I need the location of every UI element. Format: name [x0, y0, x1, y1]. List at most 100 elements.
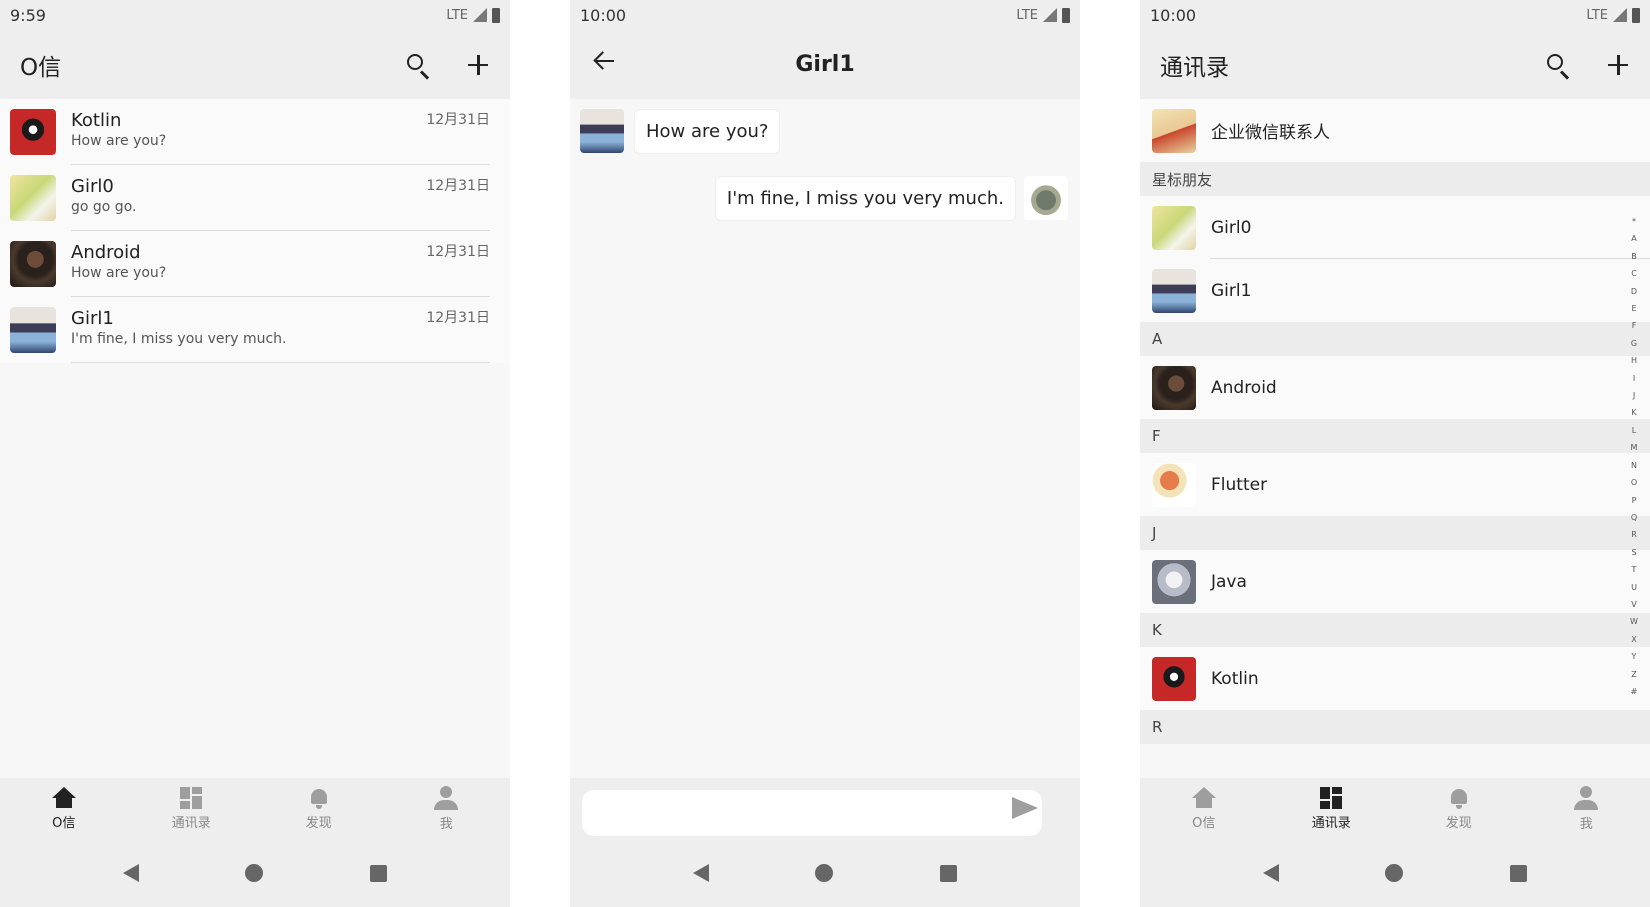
index-letter[interactable]: Z	[1631, 666, 1636, 683]
system-back-icon[interactable]	[1263, 864, 1280, 882]
message-input[interactable]	[582, 790, 1042, 836]
app-bar: O信	[0, 30, 510, 99]
contact-list: 企业微信联系人 星标朋友 Girl0 Girl1 A Android F Flu…	[1140, 99, 1650, 744]
bottom-nav: O信 通讯录 发现 我	[1140, 778, 1650, 839]
girl1-avatar[interactable]	[580, 109, 624, 153]
index-letter[interactable]: X	[1631, 631, 1636, 648]
index-letter[interactable]: L	[1632, 422, 1636, 439]
send-icon[interactable]	[1012, 795, 1040, 821]
bell-icon	[1448, 787, 1470, 809]
index-letter[interactable]: N	[1631, 457, 1637, 474]
system-recents-icon[interactable]	[369, 864, 387, 882]
dashboard-icon	[180, 786, 203, 809]
index-letter[interactable]: I	[1633, 370, 1635, 387]
chat-last-message: How are you?	[71, 133, 167, 149]
nav-item-contacts[interactable]: 通讯录	[1286, 786, 1376, 831]
home-icon	[1191, 786, 1216, 809]
contact-name: Girl0	[1211, 217, 1252, 238]
chat-item-kotlin[interactable]: Kotlin How are you? 12月31日	[0, 99, 510, 165]
search-icon[interactable]	[404, 51, 432, 80]
contact-item-girl0[interactable]: Girl0	[1140, 196, 1650, 259]
contacts-screen: 10:00 LTE 通讯录 企业微信联系人 星标朋友 Girl0 Girl1 A	[1140, 0, 1650, 907]
system-recents-icon[interactable]	[1509, 864, 1527, 882]
index-letter[interactable]: C	[1631, 265, 1637, 282]
index-letter[interactable]: K	[1631, 404, 1636, 421]
index-letter[interactable]: G	[1631, 335, 1637, 352]
signal-icon	[1043, 8, 1057, 22]
nav-item-me[interactable]: 我	[1541, 785, 1631, 832]
nav-label: 我	[439, 816, 453, 832]
contact-name: Girl1	[1211, 280, 1252, 301]
contact-item-android[interactable]: Android	[1140, 356, 1650, 419]
search-icon[interactable]	[1544, 51, 1572, 80]
index-letter[interactable]: #	[1631, 683, 1638, 700]
system-nav-bar	[1140, 839, 1650, 907]
contact-item-kotlin[interactable]: Kotlin	[1140, 647, 1650, 710]
nav-item-messages[interactable]: O信	[19, 786, 109, 831]
index-letter[interactable]: Y	[1632, 648, 1637, 665]
girl1-avatar	[1152, 268, 1196, 313]
system-back-icon[interactable]	[693, 864, 710, 882]
index-letter[interactable]: M	[1631, 439, 1638, 456]
person-icon	[1574, 785, 1599, 810]
nav-item-messages[interactable]: O信	[1159, 786, 1249, 831]
section-header-j: J	[1140, 516, 1650, 550]
system-recents-icon[interactable]	[939, 864, 957, 882]
contact-name: Android	[1211, 377, 1277, 398]
index-letter[interactable]: *	[1632, 213, 1636, 230]
index-letter[interactable]: T	[1632, 561, 1637, 578]
my-avatar[interactable]	[1024, 176, 1068, 220]
status-bar: 9:59 LTE	[0, 0, 510, 30]
section-header-k: K	[1140, 613, 1650, 647]
index-letter[interactable]: W	[1630, 613, 1638, 630]
flutter-avatar	[1152, 462, 1196, 507]
system-home-icon[interactable]	[1385, 864, 1404, 882]
index-letter[interactable]: F	[1632, 317, 1637, 334]
nav-item-me[interactable]: 我	[401, 785, 491, 832]
battery-icon	[492, 7, 500, 23]
index-letter[interactable]: B	[1631, 248, 1637, 265]
message-input-bar	[570, 778, 1080, 839]
index-letter[interactable]: Q	[1631, 509, 1637, 526]
index-letter[interactable]: H	[1631, 352, 1637, 369]
index-letter[interactable]: D	[1631, 283, 1637, 300]
index-letter[interactable]: A	[1631, 230, 1636, 247]
app-bar: 通讯录	[1140, 30, 1650, 99]
nav-item-discover[interactable]: 发现	[274, 787, 364, 831]
girl1-avatar	[10, 307, 56, 353]
chat-title: Girl1	[795, 52, 855, 77]
index-letter[interactable]: V	[1631, 596, 1636, 613]
chat-item-girl0[interactable]: Girl0 go go go. 12月31日	[0, 165, 510, 231]
index-letter[interactable]: S	[1631, 544, 1636, 561]
contact-item-flutter[interactable]: Flutter	[1140, 453, 1650, 516]
index-letter[interactable]: P	[1632, 492, 1637, 509]
chat-time: 12月31日	[426, 178, 490, 194]
nav-label: 发现	[1445, 815, 1472, 831]
corp-contacts-item[interactable]: 企业微信联系人	[1140, 99, 1650, 162]
nav-item-discover[interactable]: 发现	[1414, 787, 1504, 831]
contact-item-java[interactable]: Java	[1140, 550, 1650, 613]
chat-time: 12月31日	[426, 310, 490, 326]
index-letter[interactable]: O	[1631, 474, 1637, 491]
chat-last-message: I'm fine, I miss you very much.	[71, 331, 287, 347]
chat-item-android[interactable]: Android How are you? 12月31日	[0, 231, 510, 297]
java-avatar	[1152, 559, 1196, 604]
index-letter[interactable]: R	[1631, 526, 1637, 543]
add-icon[interactable]	[1604, 51, 1632, 79]
system-home-icon[interactable]	[815, 864, 834, 882]
chat-item-girl1[interactable]: Girl1 I'm fine, I miss you very much. 12…	[0, 297, 510, 363]
index-letter[interactable]: E	[1631, 300, 1636, 317]
kotlin-avatar	[1152, 656, 1196, 701]
add-icon[interactable]	[464, 51, 492, 79]
battery-icon	[1632, 7, 1640, 23]
system-home-icon[interactable]	[245, 864, 264, 882]
contact-item-girl1[interactable]: Girl1	[1140, 259, 1650, 322]
alphabet-index-bar[interactable]: * A B C D E F G H I J K L M N O P Q R S T U V W X Y Z #	[1628, 213, 1640, 700]
section-header-a: A	[1140, 322, 1650, 356]
nav-item-contacts[interactable]: 通讯录	[146, 786, 236, 831]
sent-message-bubble: I'm fine, I miss you very much.	[714, 176, 1016, 221]
index-letter[interactable]: J	[1633, 387, 1635, 404]
index-letter[interactable]: U	[1631, 579, 1637, 596]
system-back-icon[interactable]	[123, 864, 140, 882]
chat-list: Kotlin How are you? 12月31日 Girl0 go go g…	[0, 99, 510, 363]
